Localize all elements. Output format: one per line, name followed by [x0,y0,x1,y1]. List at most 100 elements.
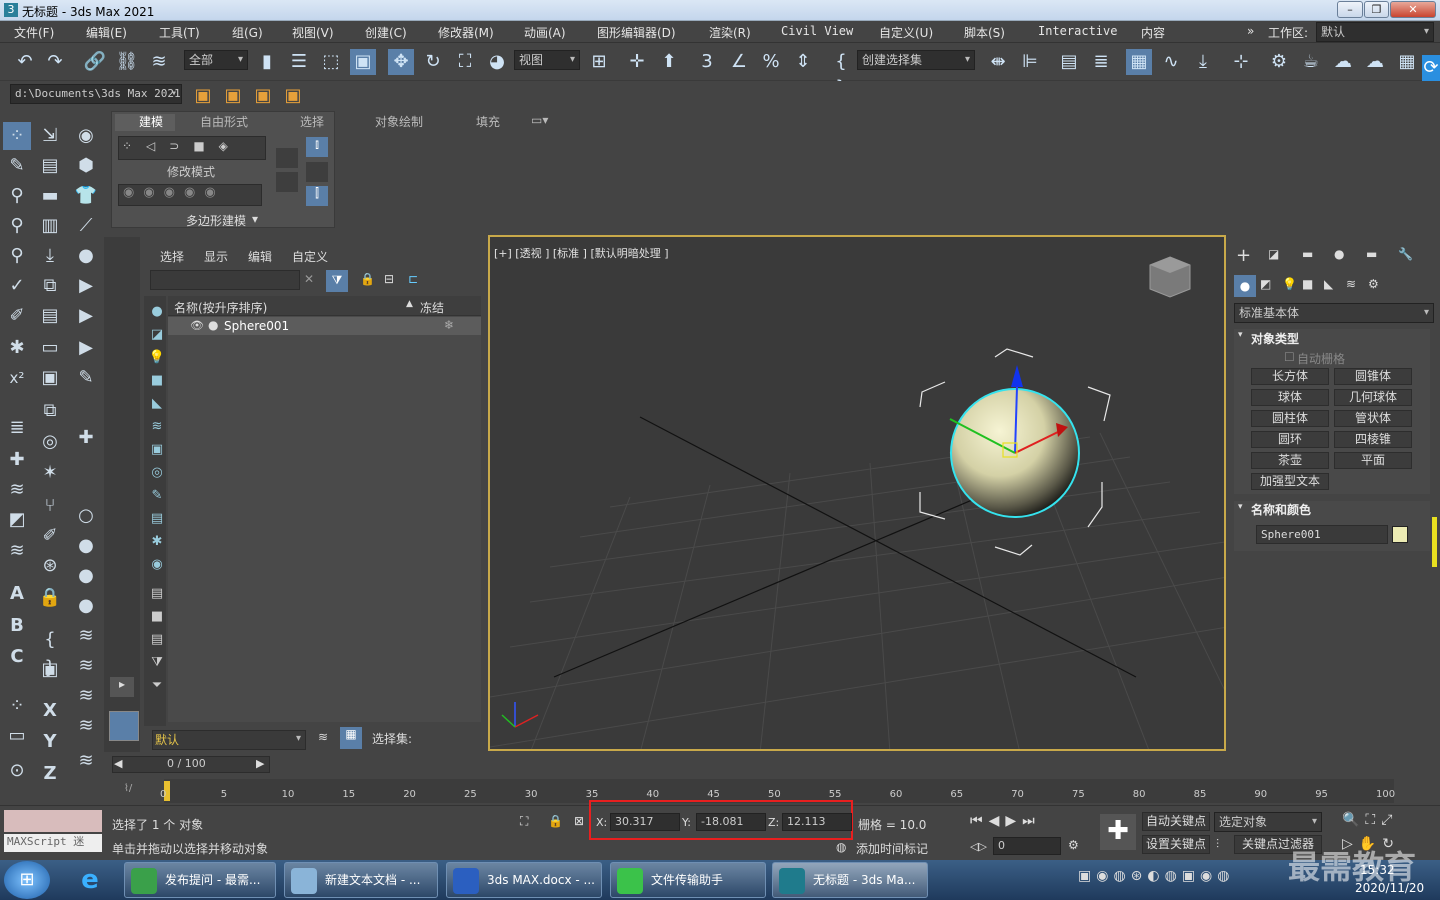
maximize-button[interactable]: ❐ [1364,1,1389,18]
modeling-tool-icon[interactable]: ⁘ [3,122,31,150]
systems-icon[interactable]: ⚙ [1368,277,1379,291]
window-crossing-icon[interactable]: ▣ [350,49,376,75]
category-dropdown[interactable]: 标准基本体 [1234,303,1434,323]
play-layer-icon[interactable]: ▶ [72,272,100,300]
time-config-icon[interactable]: ⚙ [1068,838,1079,852]
swirl-icon[interactable]: ◎ [36,428,64,456]
snaps-toggle-icon[interactable]: 3 [694,49,720,75]
box-button[interactable]: 长方体 [1251,368,1329,385]
keyboard-shortcut-icon[interactable]: ⬆ [656,49,682,75]
ribbon-toggle-icon[interactable]: ▦ [1126,49,1152,75]
column-freeze-header[interactable]: 冻结 [420,299,444,316]
select-scale-icon[interactable]: ⛶ [452,49,478,75]
floppy-icon[interactable]: ▣ [36,364,64,392]
menu-rendering[interactable]: 渲染(R) [709,24,751,41]
render-setup-icon[interactable]: ☕ [1298,49,1324,75]
sphere-button[interactable]: 球体 [1251,389,1329,406]
gray-circle3-icon[interactable]: ● [72,592,100,620]
perspective-viewport[interactable]: [+] [透视 ] [标准 ] [默认明暗处理 ] [488,235,1226,751]
render-iterative-icon[interactable]: ▦ [1394,49,1420,75]
pyramid-button[interactable]: 四棱锥 [1334,431,1412,448]
helpers-icon[interactable]: ◣ [1324,277,1333,291]
menu-group[interactable]: 组(G) [232,24,263,41]
layer-dropdown-arrow-icon[interactable]: ▾ [296,733,301,744]
material-editor-icon[interactable]: ⚙ [1266,49,1292,75]
shapes-icon[interactable]: ◩ [1260,277,1271,291]
taskbar-item-3dsmax[interactable]: 无标题 - 3ds Ma... [772,862,928,898]
menu-interactive[interactable]: Interactive [1038,24,1117,38]
key-filter-icon[interactable]: ⫶ [1216,837,1219,852]
menu-graph-editors[interactable]: 图形编辑器(D) [597,24,676,41]
column-name-header[interactable]: 名称(按升序排序) [174,299,267,316]
hook2-icon[interactable]: ⚲ [3,212,31,240]
create-project-icon[interactable]: ▣ [190,83,216,109]
tab-object-paint[interactable]: 对象绘制 [375,113,423,130]
open-project-icon[interactable]: ▣ [220,83,246,109]
undo-icon[interactable]: ↶ [12,49,38,75]
maxscript-listener-top[interactable] [4,810,102,832]
add-time-tag[interactable]: 添加时间标记 [856,840,928,857]
edit-tool-icon[interactable]: ✐ [36,522,64,550]
textplus-button[interactable]: 加强型文本 [1251,473,1329,490]
render-frame-icon[interactable]: ☁ [1330,49,1356,75]
rect-selection-icon[interactable]: ⬚ [318,49,344,75]
layers-icon[interactable]: ⧉ [36,272,64,300]
lock-tool-icon[interactable]: 🔒 [36,584,64,612]
plus-tool-icon[interactable]: ✚ [72,424,100,452]
menu-civil-view[interactable]: Civil View [781,24,853,38]
menu-content[interactable]: 内容 [1141,24,1165,41]
menu-create[interactable]: 创建(C) [365,24,407,41]
layer-stack-icon2[interactable]: ≋ [318,730,328,744]
current-frame-field[interactable]: 0 [993,837,1061,855]
stack7-icon[interactable]: ≋ [72,712,100,740]
minimize-button[interactable]: – [1337,1,1363,18]
object-color-swatch[interactable] [1392,526,1408,543]
menu-animation[interactable]: 动画(A) [524,24,566,41]
layer-explorer-icon[interactable]: ≣ [1088,49,1114,75]
selection-set-icon[interactable]: ▦ [340,727,362,749]
taskbar-item-word[interactable]: 3ds MAX.docx - ... [446,862,602,898]
particle-icon[interactable]: ✱ [3,334,31,362]
key-target-dropdown[interactable]: 选定对象 [1214,812,1322,832]
xp-icon[interactable]: x² [3,364,31,392]
time-slider-next-icon[interactable]: ▶ [256,757,264,770]
stack4-icon[interactable]: ≋ [72,622,100,650]
autodesk-sync-icon[interactable]: ⟳ [1422,55,1440,81]
cube-tool-icon[interactable]: ▣ [36,656,64,684]
x-coord-field[interactable]: 30.317 [610,813,680,831]
text-c-icon[interactable]: C [3,643,31,671]
subobject-icons[interactable]: ⁘◁⊃■◈ [122,139,242,153]
filter-icons-column[interactable]: ● ◪ 💡 ■ ◣ ≋ ▣ ◎ ✎ ▤ ✱ ◉ [148,300,166,576]
viewcube[interactable] [1149,256,1191,298]
sphere-tool-icon[interactable]: ● [72,242,100,270]
ruler-icon[interactable]: ▭ [3,722,31,750]
explorer-tab-select[interactable]: 选择 [160,248,184,265]
viewport-nav-row1[interactable]: 🔍⛶⤢ [1342,812,1398,828]
edit-named-sel-icon[interactable]: { } [828,49,854,98]
filter-icons-column-2[interactable]: ▤ ■ ▤ ⧩ ⏷ [148,582,166,697]
play3-icon[interactable]: ▶ [72,334,100,362]
dots-circle-icon[interactable]: ⊙ [3,757,31,785]
y-coord-field[interactable]: -18.081 [696,813,766,831]
clear-search-icon[interactable]: ✕ [304,272,314,286]
menu-modifiers[interactable]: 修改器(M) [438,24,494,41]
expand-panel-icon[interactable]: ▸ [110,677,134,697]
schematic-view-icon[interactable]: ⊹ [1228,49,1254,75]
z-coord-field[interactable]: 12.113 [782,813,852,831]
select-place-icon[interactable]: ◕ [484,49,510,75]
object-name-field[interactable]: Sphere001 [1256,525,1388,544]
text-b-icon[interactable]: B [3,612,31,640]
display-panel-icon[interactable]: ▬ [1366,247,1377,261]
add-layer-icon[interactable]: ✚ [3,446,31,474]
tube-button[interactable]: 管状体 [1334,410,1412,427]
start-button[interactable]: ⊞ [4,861,50,899]
tab-selection[interactable]: 选择 [300,113,324,130]
cursor-tool-icon[interactable]: ◩ [3,506,31,534]
object-type-title[interactable]: 对象类型 [1251,330,1299,347]
selection-filter-dropdown[interactable]: 全部 [184,50,248,70]
select-by-name-icon[interactable]: ☰ [286,49,312,75]
freeform-icon[interactable]: ⇲ [36,122,64,150]
playback-controls[interactable]: ⏮◀▶⏭ [970,813,1041,829]
gray-circle2-icon[interactable]: ● [72,562,100,590]
pencil2-icon[interactable]: ✎ [72,364,100,392]
